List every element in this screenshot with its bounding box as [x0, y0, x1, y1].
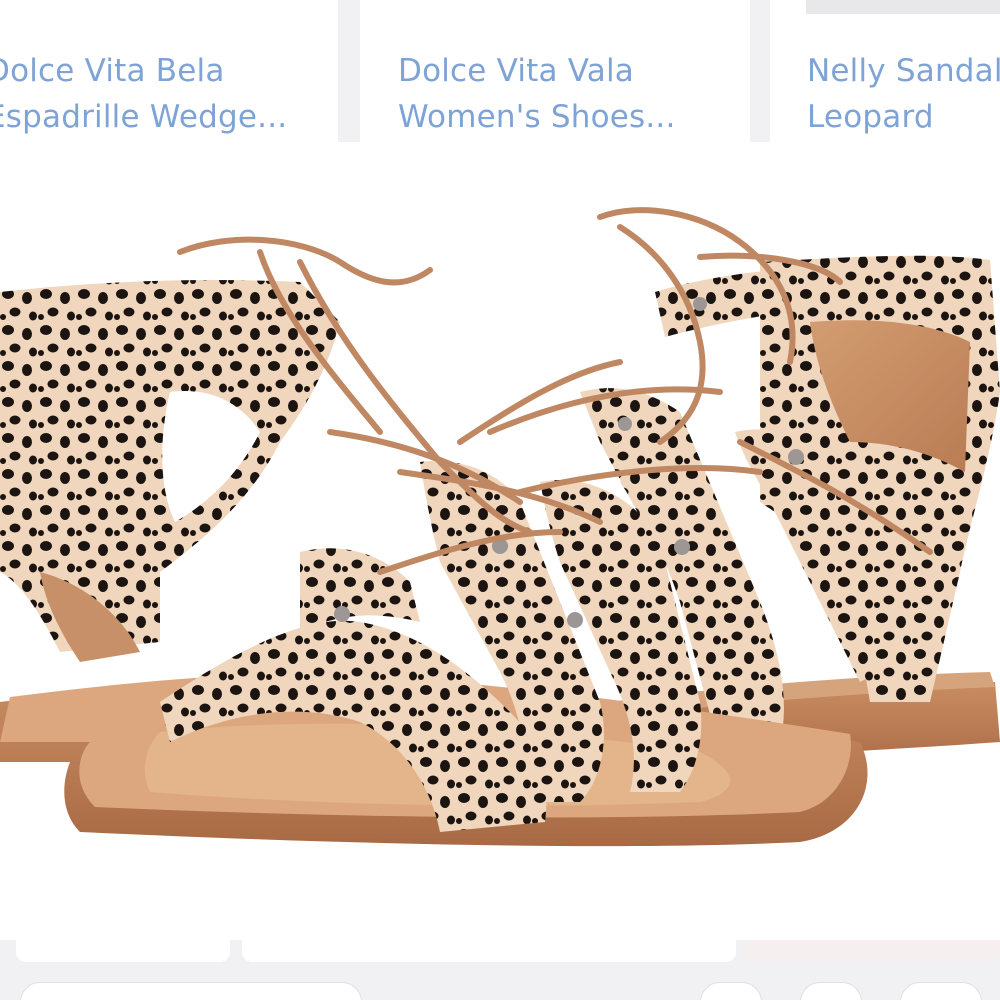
leopard-gladiator-sandals-image [0, 207, 1000, 847]
product-image-panel[interactable] [0, 142, 1000, 940]
recommendation-title-2-line2: Women's Shoes... [398, 99, 676, 135]
recommendation-title-2-line1: Dolce Vita Vala [398, 53, 634, 89]
recommendation-title-2[interactable]: Dolce Vita Vala Women's Shoes... [398, 48, 676, 140]
recommendation-title-1[interactable]: Dolce Vita Bela Espadrille Wedge... [0, 48, 287, 140]
recommendation-card-bottom-1[interactable] [16, 940, 230, 962]
action-pill-2[interactable] [700, 982, 762, 1000]
recommendation-card-1[interactable]: Dolce Vita Bela Espadrille Wedge... [0, 0, 338, 150]
recommendation-title-3-line2: Leopard [807, 99, 934, 135]
recommendation-card-3[interactable]: Nelly Sandal Leopard [770, 0, 1000, 150]
recommendation-card-bottom-2[interactable] [242, 940, 736, 962]
recommendation-title-3[interactable]: Nelly Sandal Leopard [807, 48, 1000, 140]
recommendation-title-1-line2: Espadrille Wedge... [0, 99, 288, 135]
recommendation-card-2[interactable]: Dolce Vita Vala Women's Shoes... [360, 0, 750, 150]
recommendation-title-3-line1: Nelly Sandal [807, 53, 1000, 89]
card-image-edge [806, 0, 1000, 14]
recommendation-card-bottom-3[interactable] [746, 940, 1000, 962]
action-pill-1[interactable] [20, 982, 362, 1000]
product-page: Dolce Vita Bela Espadrille Wedge... Dolc… [0, 0, 1000, 1000]
action-pill-3[interactable] [800, 982, 862, 1000]
action-pill-4[interactable] [900, 982, 982, 1000]
recommendation-title-1-line1: Dolce Vita Bela [0, 53, 225, 89]
